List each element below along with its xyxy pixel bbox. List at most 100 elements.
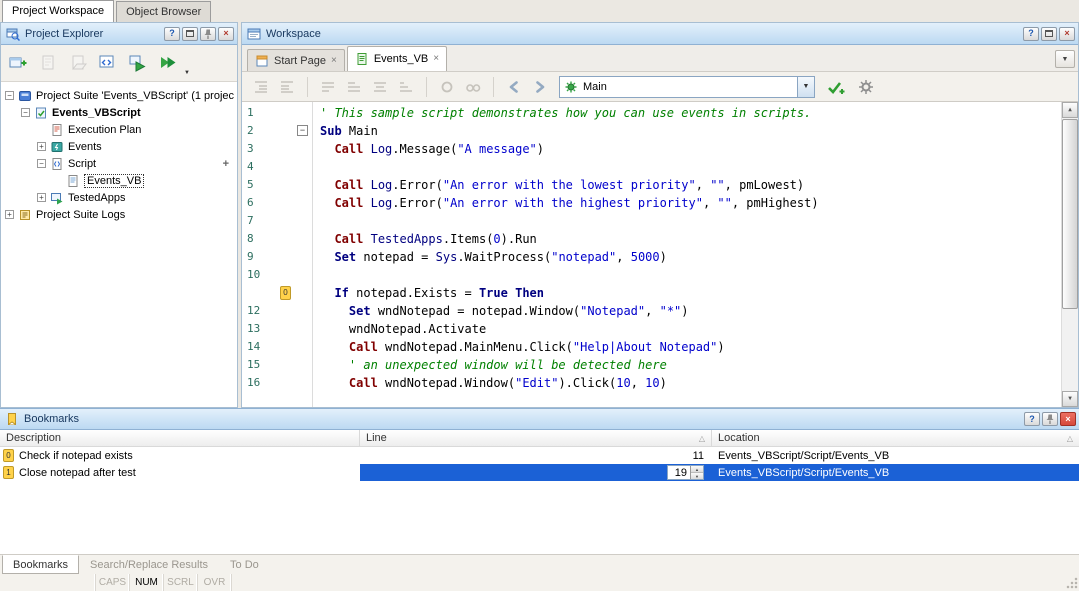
spinner-up-icon[interactable]: ▲ [691,466,703,473]
panel-tab-to-do[interactable]: To Do [219,555,270,574]
tree-item-testedapps[interactable]: + TestedApps [1,189,237,206]
line-spinner[interactable]: ▲▼ [690,466,703,479]
status-num: NUM [130,574,164,591]
code-line-16[interactable]: 16 Call wndNotepad.Window("Edit").Click(… [242,374,1061,392]
window-tab-object-browser[interactable]: Object Browser [116,1,211,22]
add-script-unit-icon[interactable]: + [223,158,229,170]
workspace-close-button[interactable]: × [1059,27,1075,41]
status-scrl: SCRL [164,574,198,591]
run-project-button[interactable] [124,50,151,77]
line-number: 6 [247,194,254,212]
bookmarks-pin-button[interactable] [1042,412,1058,426]
routine-selector[interactable]: Main ▼ [559,76,815,98]
workspace-panel: Workspace ? × Start Page×Events_VB× ▼ Mai… [241,22,1079,408]
tree-item-script[interactable]: −Script+ [1,155,237,172]
project-explorer-restore-button[interactable] [182,27,198,41]
column-header-description[interactable]: Description [0,430,360,446]
close-tab-icon[interactable]: × [331,56,337,66]
code-line-11[interactable]: 0 If notepad.Exists = True Then [242,284,1061,302]
scroll-down-icon[interactable]: ▼ [1062,391,1078,407]
expander-plus-icon[interactable]: + [37,142,46,151]
code-line-2[interactable]: 2−Sub Main [242,122,1061,140]
editor-scrollbar[interactable]: ▲ ▼ [1061,102,1078,407]
expander-minus-icon[interactable]: − [37,159,46,168]
code-line-9[interactable]: 9 Set notepad = Sys.WaitProcess("notepad… [242,248,1061,266]
fold-collapse-icon[interactable]: − [297,125,308,136]
column-header-line[interactable]: Line△ [360,430,712,446]
spinner-down-icon[interactable]: ▼ [691,473,703,479]
project-icon [34,106,48,120]
project-explorer-pin-button[interactable] [200,27,216,41]
tab-list-dropdown-icon[interactable]: ▼ [1055,50,1075,68]
bookmarks-close-button[interactable]: × [1060,412,1076,426]
code-line-14[interactable]: 14 Call wndNotepad.MainMenu.Click("Help|… [242,338,1061,356]
expander-minus-icon[interactable]: − [21,108,30,117]
code-area[interactable]: 1' This sample script demonstrates how y… [242,104,1061,392]
code-editor-button[interactable] [94,50,121,77]
expander-plus-icon[interactable]: + [37,193,46,202]
column-header-label: Line [366,432,387,444]
navigate-forward-button[interactable] [529,76,551,98]
run-suite-icon [158,53,178,73]
resize-grip-icon[interactable] [1065,574,1079,591]
workspace-help-button[interactable]: ? [1023,27,1039,41]
code-editor[interactable]: 1' This sample script demonstrates how y… [242,102,1078,407]
scroll-up-icon[interactable]: ▲ [1062,102,1078,118]
code-text: ' an unexpected window will be detected … [320,356,667,374]
code-line-12[interactable]: 12 Set wndNotepad = notepad.Window("Note… [242,302,1061,320]
bookmark-row[interactable]: 1Close notepad after test19▲▼Events_VBSc… [0,464,1079,481]
project-explorer-help-button[interactable]: ? [164,27,180,41]
bookmark-description: Close notepad after test [19,467,136,479]
inspect-icon [464,78,482,96]
code-line-13[interactable]: 13 wndNotepad.Activate [242,320,1061,338]
scrollbar-thumb[interactable] [1062,119,1078,309]
line-number: 14 [247,338,260,356]
execution-plan-icon [50,123,64,137]
tree-item-execution-plan[interactable]: Execution Plan [1,121,237,138]
expander-plus-icon[interactable]: + [5,210,14,219]
status-caps: CAPS [96,574,130,591]
window-tab-project-workspace[interactable]: Project Workspace [2,0,114,22]
document-tab-start-page[interactable]: Start Page× [247,49,345,71]
tree-item-events[interactable]: +Events [1,138,237,155]
panel-tab-bookmarks[interactable]: Bookmarks [2,555,79,574]
panel-tab-search-replace-results[interactable]: Search/Replace Results [79,555,219,574]
bookmarks-icon [5,412,19,426]
code-line-3[interactable]: 3 Call Log.Message("A message") [242,140,1061,158]
project-explorer-close-button[interactable]: × [218,27,234,41]
status-bar: CAPSNUMSCRLOVR [0,574,1079,591]
editor-options-button[interactable] [855,76,877,98]
code-line-15[interactable]: 15 ' an unexpected window will be detect… [242,356,1061,374]
code-line-1[interactable]: 1' This sample script demonstrates how y… [242,104,1061,122]
document-tab-events-vb[interactable]: Events_VB× [347,46,447,71]
add-project-button[interactable] [4,50,31,77]
code-line-4[interactable]: 4 [242,158,1061,176]
tree-item-label: TestedApps [68,192,125,204]
run-suite-button[interactable] [154,50,181,77]
workspace-title: Workspace [266,28,1018,40]
tree-item-project-suite-events-vbscript-1-projec[interactable]: −Project Suite 'Events_VBScript' (1 proj… [1,87,237,104]
routine-dropdown-icon[interactable]: ▼ [797,77,814,97]
code-line-6[interactable]: 6 Call Log.Error("An error with the high… [242,194,1061,212]
tree-item-events-vbscript[interactable]: −Events_VBScript [1,104,237,121]
code-line-8[interactable]: 8 Call TestedApps.Items(0).Run [242,230,1061,248]
editor-options-icon [857,78,875,96]
navigate-back-button[interactable] [503,76,525,98]
toolbar-separator [307,77,308,97]
run-modes-dropdown-icon[interactable]: ▼ [184,70,190,81]
code-line-10[interactable]: 10 [242,266,1061,284]
tree-item-events-vb[interactable]: Events_VB [1,172,237,189]
expander-minus-icon[interactable]: − [5,91,14,100]
close-tab-icon[interactable]: × [433,54,439,64]
add-checkpoint-button[interactable] [825,76,847,98]
code-line-7[interactable]: 7 [242,212,1061,230]
code-line-5[interactable]: 5 Call Log.Error("An error with the lowe… [242,176,1061,194]
bookmarks-help-button[interactable]: ? [1024,412,1040,426]
bookmark-gutter-icon[interactable]: 0 [280,286,291,300]
status-filler [232,574,1065,591]
bookmark-row[interactable]: 0Check if notepad exists11Events_VBScrip… [0,447,1079,464]
column-header-location[interactable]: Location△ [712,430,1079,446]
line-number-editor[interactable]: 19▲▼ [667,465,704,480]
tree-item-project-suite-logs[interactable]: +Project Suite Logs [1,206,237,223]
workspace-restore-button[interactable] [1041,27,1057,41]
